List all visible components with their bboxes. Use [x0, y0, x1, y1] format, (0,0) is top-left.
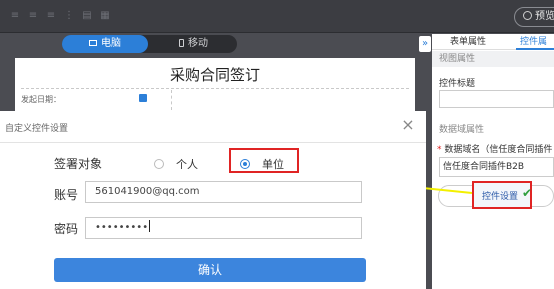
dialog-title: 自定义控件设置 [5, 124, 69, 134]
dialog-header: 自定义控件设置 × [0, 111, 426, 143]
radio-personal[interactable] [154, 159, 164, 169]
highlight-box [229, 148, 299, 173]
password-value: ••••••••• [95, 222, 149, 233]
password-label: 密码 [54, 222, 79, 236]
account-label: 账号 [54, 188, 79, 202]
option-personal-label[interactable]: 个人 [176, 156, 198, 172]
confirm-button[interactable]: 确认 [54, 258, 366, 282]
custom-control-dialog: 自定义控件设置 × 签署对象 个人 单位 账号 561041900@qq.com… [0, 111, 426, 289]
password-input[interactable]: ••••••••• [85, 217, 362, 239]
account-input[interactable]: 561041900@qq.com [85, 181, 362, 203]
text-caret [149, 220, 151, 232]
signer-label: 签署对象 [54, 157, 103, 171]
close-icon[interactable]: × [400, 115, 416, 135]
